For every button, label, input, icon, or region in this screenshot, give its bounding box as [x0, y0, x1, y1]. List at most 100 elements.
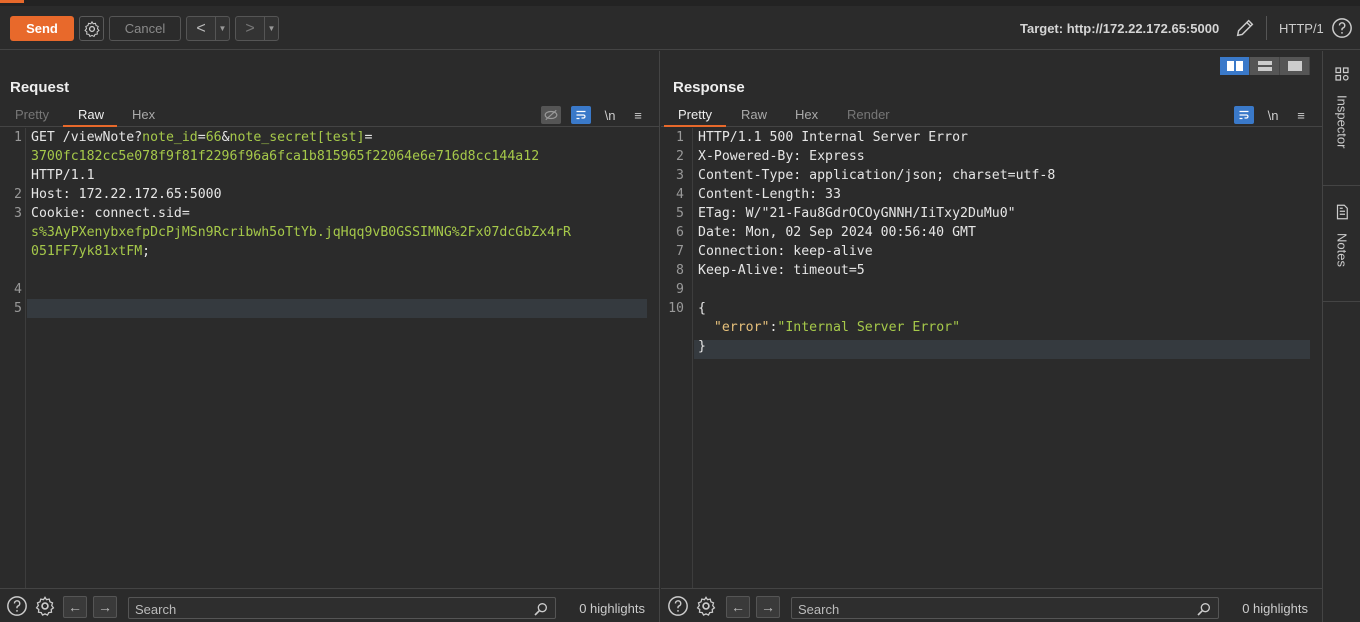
tab-raw[interactable]: Raw: [78, 107, 104, 122]
back-dropdown-icon[interactable]: ▼: [215, 17, 229, 40]
previous-match-button[interactable]: ←: [726, 596, 750, 618]
highlights-count: 0 highlights: [579, 601, 645, 616]
hide-nonprinting-icon[interactable]: [541, 106, 561, 124]
code-line[interactable]: 2 Host: 172.22.172.65:5000: [0, 185, 659, 204]
rail-divider: [1323, 301, 1360, 302]
code-line[interactable]: 9: [661, 280, 1322, 299]
previous-match-button[interactable]: ←: [63, 596, 87, 618]
line-number: 4: [676, 187, 684, 202]
cancel-button[interactable]: Cancel: [109, 16, 181, 41]
inspector-tab[interactable]: Inspector: [1323, 65, 1360, 148]
request-editor[interactable]: 1 GET /viewNote?note_id=66&note_secret[te…: [0, 128, 659, 588]
code-line[interactable]: 1 HTTP/1.1 500 Internal Server Error: [661, 128, 1322, 147]
response-panel: Response Pretty Raw Hex Render \n ≡ 1 HTT…: [661, 51, 1322, 622]
code-line[interactable]: [0, 261, 659, 280]
line-number: 2: [14, 187, 22, 202]
search-placeholder: Search: [135, 602, 177, 617]
help-icon[interactable]: [6, 595, 28, 617]
chevron-right-icon: >: [245, 19, 255, 37]
menu-icon[interactable]: ≡: [1292, 108, 1310, 123]
line-number: 6: [676, 225, 684, 240]
send-button[interactable]: Send: [10, 16, 74, 41]
newline-toggle-icon[interactable]: \n: [1264, 108, 1282, 123]
active-tab-underline: [664, 125, 726, 127]
next-match-button[interactable]: →: [756, 596, 780, 618]
code-line[interactable]: 7 Connection: keep-alive: [661, 242, 1322, 261]
code-line[interactable]: 10 {: [661, 299, 1322, 318]
search-input[interactable]: Search: [128, 597, 556, 619]
highlights-count: 0 highlights: [1242, 601, 1308, 616]
code-line[interactable]: HTTP/1.1: [0, 166, 659, 185]
menu-icon[interactable]: ≡: [629, 108, 647, 123]
tab-hex[interactable]: Hex: [132, 107, 155, 122]
code-line[interactable]: 051FF7yk81xtFM;: [0, 242, 659, 261]
request-settings-button[interactable]: [79, 16, 104, 41]
arrow-right-icon: →: [761, 599, 775, 615]
line-text: {: [698, 301, 706, 316]
tab-pretty[interactable]: Pretty: [678, 107, 712, 122]
search-icon: [1197, 603, 1210, 616]
response-editor[interactable]: 1 HTTP/1.1 500 Internal Server Error 2 X-Po…: [661, 128, 1322, 588]
code-line[interactable]: 5: [0, 299, 659, 318]
response-title: Response: [673, 79, 745, 96]
back-button[interactable]: < ▼: [186, 16, 230, 41]
layout-single-button[interactable]: [1280, 57, 1310, 75]
code-line[interactable]: 4 Content-Length: 33: [661, 185, 1322, 204]
code-line[interactable]: 6 Date: Mon, 02 Sep 2024 00:56:40 GMT: [661, 223, 1322, 242]
line-text: Content-Length: 33: [698, 187, 841, 202]
help-icon[interactable]: [1331, 17, 1353, 39]
code-line[interactable]: }: [661, 337, 1322, 356]
response-editor-tools: \n ≡: [1234, 103, 1310, 127]
code-line[interactable]: 3700fc182cc5e078f9f81f2296f96a6fca1b8159…: [0, 147, 659, 166]
code-line[interactable]: 8 Keep-Alive: timeout=5: [661, 261, 1322, 280]
line-text: Keep-Alive: timeout=5: [698, 263, 865, 278]
line-text: GET /viewNote?note_id=66&note_secret[tes…: [31, 130, 373, 145]
response-tabs: Pretty Raw Hex Render \n ≡: [661, 103, 1322, 127]
http-version-label[interactable]: HTTP/1: [1279, 21, 1324, 36]
chevron-left-icon: <: [196, 19, 206, 37]
word-wrap-icon[interactable]: [1234, 106, 1254, 124]
line-number: 7: [676, 244, 684, 259]
response-search-bar: ← → Search 0 highlights: [661, 588, 1322, 622]
arrow-left-icon: ←: [731, 599, 745, 615]
code-line[interactable]: "error":"Internal Server Error": [661, 318, 1322, 337]
notes-tab[interactable]: Notes: [1323, 203, 1360, 267]
next-match-button[interactable]: →: [93, 596, 117, 618]
tab-render[interactable]: Render: [847, 107, 890, 122]
layout-stacked-button[interactable]: [1250, 57, 1280, 75]
rail-divider: [1323, 185, 1360, 186]
code-line[interactable]: 3 Content-Type: application/json; charset…: [661, 166, 1322, 185]
code-line[interactable]: 5 ETag: W/"21-Fau8GdrOCOyGNNH/IiTxy2DuMu0…: [661, 204, 1322, 223]
line-text: Content-Type: application/json; charset=…: [698, 168, 1056, 183]
tab-hex[interactable]: Hex: [795, 107, 818, 122]
line-text: HTTP/1.1 500 Internal Server Error: [698, 130, 968, 145]
edit-target-icon[interactable]: [1234, 17, 1256, 39]
code-line[interactable]: 4: [0, 280, 659, 299]
line-text: Date: Mon, 02 Sep 2024 00:56:40 GMT: [698, 225, 976, 240]
gear-icon[interactable]: [695, 595, 717, 617]
help-icon[interactable]: [667, 595, 689, 617]
word-wrap-icon[interactable]: [571, 106, 591, 124]
line-text: Host: 172.22.172.65:5000: [31, 187, 222, 202]
top-toolbar: Send Cancel < ▼ > ▼ Target: http://172.2…: [0, 0, 1360, 50]
code-line[interactable]: 3 Cookie: connect.sid=: [0, 204, 659, 223]
code-line[interactable]: 2 X-Powered-By: Express: [661, 147, 1322, 166]
request-panel: Request Pretty Raw Hex \n ≡ 1 GET /viewNo…: [0, 51, 660, 622]
active-tab-underline: [63, 125, 117, 127]
gear-icon[interactable]: [34, 595, 56, 617]
line-text: "error":"Internal Server Error": [713, 320, 961, 335]
newline-toggle-icon[interactable]: \n: [601, 108, 619, 123]
tab-raw[interactable]: Raw: [741, 107, 767, 122]
inspector-label: Inspector: [1334, 95, 1350, 149]
line-text: Connection: keep-alive: [698, 244, 873, 259]
line-number: 3: [676, 168, 684, 183]
code-line[interactable]: 1 GET /viewNote?note_id=66&note_secret[te…: [0, 128, 659, 147]
forward-dropdown-icon[interactable]: ▼: [264, 17, 278, 40]
forward-button[interactable]: > ▼: [235, 16, 279, 41]
code-line[interactable]: s%3AyPXenybxefpDcPjMSn9Rcribwh5oTtYb.jqH…: [0, 223, 659, 242]
layout-side-by-side-button[interactable]: [1220, 57, 1250, 75]
search-input[interactable]: Search: [791, 597, 1219, 619]
line-number: 1: [676, 130, 684, 145]
request-title: Request: [10, 79, 70, 96]
tab-pretty[interactable]: Pretty: [15, 107, 49, 122]
